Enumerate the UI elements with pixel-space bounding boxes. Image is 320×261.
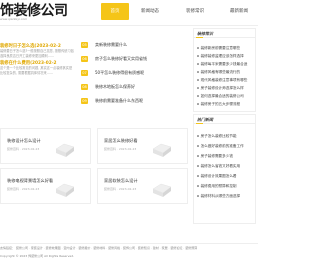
bullet-icon [197, 79, 199, 81]
sidebar-link-label: 装修怎么省钱又好看实用 [200, 164, 241, 168]
image-placeholder-icon [152, 183, 172, 197]
nav-news[interactable]: 新闻动态 [136, 3, 164, 20]
nav-home[interactable]: 首页 [101, 3, 129, 20]
rank-badge: 09 [81, 98, 88, 104]
card-title[interactable]: 装修设计怎么设计 [7, 138, 41, 144]
list-item-title[interactable]: 装修前需要准备什么东西呢 [95, 98, 143, 104]
bullet-icon [197, 195, 199, 197]
sidebar-link[interactable]: 装修装修监理应该怎样选择 [197, 54, 244, 59]
bullet-icon [197, 103, 199, 105]
card-title[interactable]: 装修电视背景墙怎么好看 [7, 178, 53, 184]
rank-badge: 06 [81, 56, 88, 62]
bullet-icon [197, 95, 199, 97]
sidebar-link-label: 装修新房前需要注意哪些 [200, 46, 241, 50]
image-placeholder-icon [55, 143, 75, 157]
teaser-item[interactable]: 装修在什么费用(2023-02-2 这个是一个比较常见的问题, 其实这一点装修其… [0, 60, 75, 76]
list-item[interactable]: 09 装修前需要准备什么东西呢 [81, 98, 188, 106]
article-card[interactable]: 装修电视背景墙怎么好看 装修百科 · 2023-02-23 [0, 168, 91, 204]
sidebar-link[interactable]: 装修材料从哪些方面选择 [197, 194, 240, 199]
sidebar-link[interactable]: 装修每平米需要多少钱最合适 [197, 62, 247, 67]
card-meta: 装修百科 · 2023-02-23 [104, 187, 137, 191]
card-meta: 装修百科 · 2023-02-23 [7, 187, 40, 191]
panel-header: 热门新闻 [194, 115, 255, 124]
footer-divider [0, 243, 258, 244]
footer-links[interactable]: 友情链接： 装修公司 · 家装设计 · 装修效果图 · 室内设计 · 装修报价 … [0, 246, 258, 250]
article-card[interactable]: 装修设计怎么设计 装修百科 · 2023-02-23 [0, 128, 91, 164]
sidebar-link-label: 如何选择最合适的装修公司 [200, 94, 244, 98]
teaser-text: 这个是一个比较常见的问题, 其实这一点装修其实是比较复杂的, 需要根据具体情况来… [0, 66, 73, 75]
sidebar-link[interactable]: 房子怎么装修比较节能 [197, 134, 237, 139]
card-title[interactable]: 家居怎么装修好看 [104, 138, 138, 144]
sidebar-hot-panel: 热门新闻 房子怎么装修比较节能 怎么做好装修前的准备工作 房子装修需要多少钱 装… [193, 114, 256, 224]
list-item[interactable]: 06 房子怎么装修好看又实用省钱 [81, 56, 188, 64]
bullet-icon [197, 87, 199, 89]
list-item[interactable]: 07 50平怎么装修得很有质感呢 [81, 70, 188, 78]
sidebar-link[interactable]: 如何选择最合适的装修公司 [197, 94, 244, 99]
teaser-item[interactable]: 装修时日子怎么选(2023-02-2 装修要日子怎么选?一般按照自己意愿, 按照… [0, 43, 75, 59]
card-meta: 装修百科 · 2023-02-23 [104, 147, 137, 151]
rank-badge: 05 [81, 42, 88, 48]
panel-title-underline [196, 123, 203, 124]
bullet-icon [197, 55, 199, 57]
article-card[interactable]: 家居软装怎么设计 装修百科 · 2023-02-23 [97, 168, 188, 204]
sidebar-link-label: 装修风格有哪些最流行的 [200, 70, 241, 74]
sidebar-link-label: 装修每平米需要多少钱最合适 [200, 62, 248, 66]
main-nav: 首页 新闻动态 装修常识 最新新闻 [98, 3, 258, 20]
footer-copyright: Copyright © 2023 饰装修公司 All Rights Reserv… [0, 254, 75, 258]
sidebar-link-label: 装修材料从哪些方面选择 [200, 194, 241, 198]
bullet-icon [197, 185, 199, 187]
sidebar-link-label: 房子装修设计师选择怎么样 [200, 86, 244, 90]
panel-header: 装修常识 [194, 29, 255, 38]
list-item[interactable]: 05 卖新装修需要什么 [81, 42, 188, 50]
sidebar-link-label: 房子怎么装修比较节能 [200, 134, 237, 138]
card-meta: 装修百科 · 2023-02-23 [7, 147, 40, 151]
sidebar-link[interactable]: 装修怎么省钱又好看实用 [197, 164, 240, 169]
sidebar-link[interactable]: 房子装修设计师选择怎么样 [197, 86, 244, 91]
bullet-icon [197, 63, 199, 65]
sidebar-link[interactable]: 装修设计效果图怎么看 [197, 174, 237, 179]
teaser-text: 装修要日子怎么选?一般按照自己意愿, 按照传统习俗选择良辰吉日开工装修来更加顺利… [0, 49, 74, 58]
sidebar-link[interactable]: 房子装修需要多少钱 [197, 154, 233, 159]
sidebar-news-panel: 装修常识 装修新房前需要注意哪些 装修装修监理应该怎样选择 装修每平米需要多少钱… [193, 28, 256, 112]
panel-title-underline [196, 37, 203, 38]
sidebar-link-label: 装修装修监理应该怎样选择 [200, 54, 244, 58]
sidebar-link-label: 现代风格装修注意事项有哪些 [200, 78, 248, 82]
header-divider [0, 25, 258, 26]
rank-badge: 08 [81, 84, 88, 90]
sidebar-link-label: 怎么做好装修前的准备工作 [200, 144, 244, 148]
sidebar-link-label: 房子装修需要多少钱 [200, 154, 233, 158]
bullet-icon [197, 155, 199, 157]
sidebar-link[interactable]: 装修风格有哪些最流行的 [197, 70, 240, 75]
bullet-icon [197, 145, 199, 147]
list-item-title[interactable]: 房子怎么装修好看又实用省钱 [95, 56, 147, 62]
list-item-title[interactable]: 装修木地板怎么保养好 [95, 84, 135, 90]
sidebar-link[interactable]: 装修新房前需要注意哪些 [197, 46, 240, 51]
nav-tips[interactable]: 装修常识 [181, 3, 209, 20]
logo-subtitle: www.qianbiyi.com [0, 17, 28, 21]
bullet-icon [197, 71, 199, 73]
sidebar-link[interactable]: 现代风格装修注意事项有哪些 [197, 78, 247, 83]
sidebar-link-label: 装修设计效果图怎么看 [200, 174, 237, 178]
bullet-icon [197, 135, 199, 137]
sidebar-link[interactable]: 装修房子的五大步骤流程 [197, 102, 240, 107]
bullet-icon [197, 165, 199, 167]
sidebar-link-label: 装修费用的预算和控制 [200, 184, 237, 188]
article-card[interactable]: 家居怎么装修好看 装修百科 · 2023-02-23 [97, 128, 188, 164]
sidebar-link[interactable]: 怎么做好装修前的准备工作 [197, 144, 244, 149]
bullet-icon [197, 47, 199, 49]
list-item-title[interactable]: 50平怎么装修得很有质感呢 [95, 70, 144, 76]
list-item-title[interactable]: 卖新装修需要什么 [95, 42, 127, 48]
sidebar-link-label: 装修房子的五大步骤流程 [200, 102, 241, 106]
image-placeholder-icon [55, 183, 75, 197]
rank-badge: 07 [81, 70, 88, 76]
bullet-icon [197, 175, 199, 177]
list-item[interactable]: 08 装修木地板怎么保养好 [81, 84, 188, 92]
image-placeholder-icon [152, 143, 172, 157]
card-title[interactable]: 家居软装怎么设计 [104, 178, 138, 184]
sidebar-link[interactable]: 装修费用的预算和控制 [197, 184, 237, 189]
nav-latest[interactable]: 最新新闻 [224, 3, 254, 20]
